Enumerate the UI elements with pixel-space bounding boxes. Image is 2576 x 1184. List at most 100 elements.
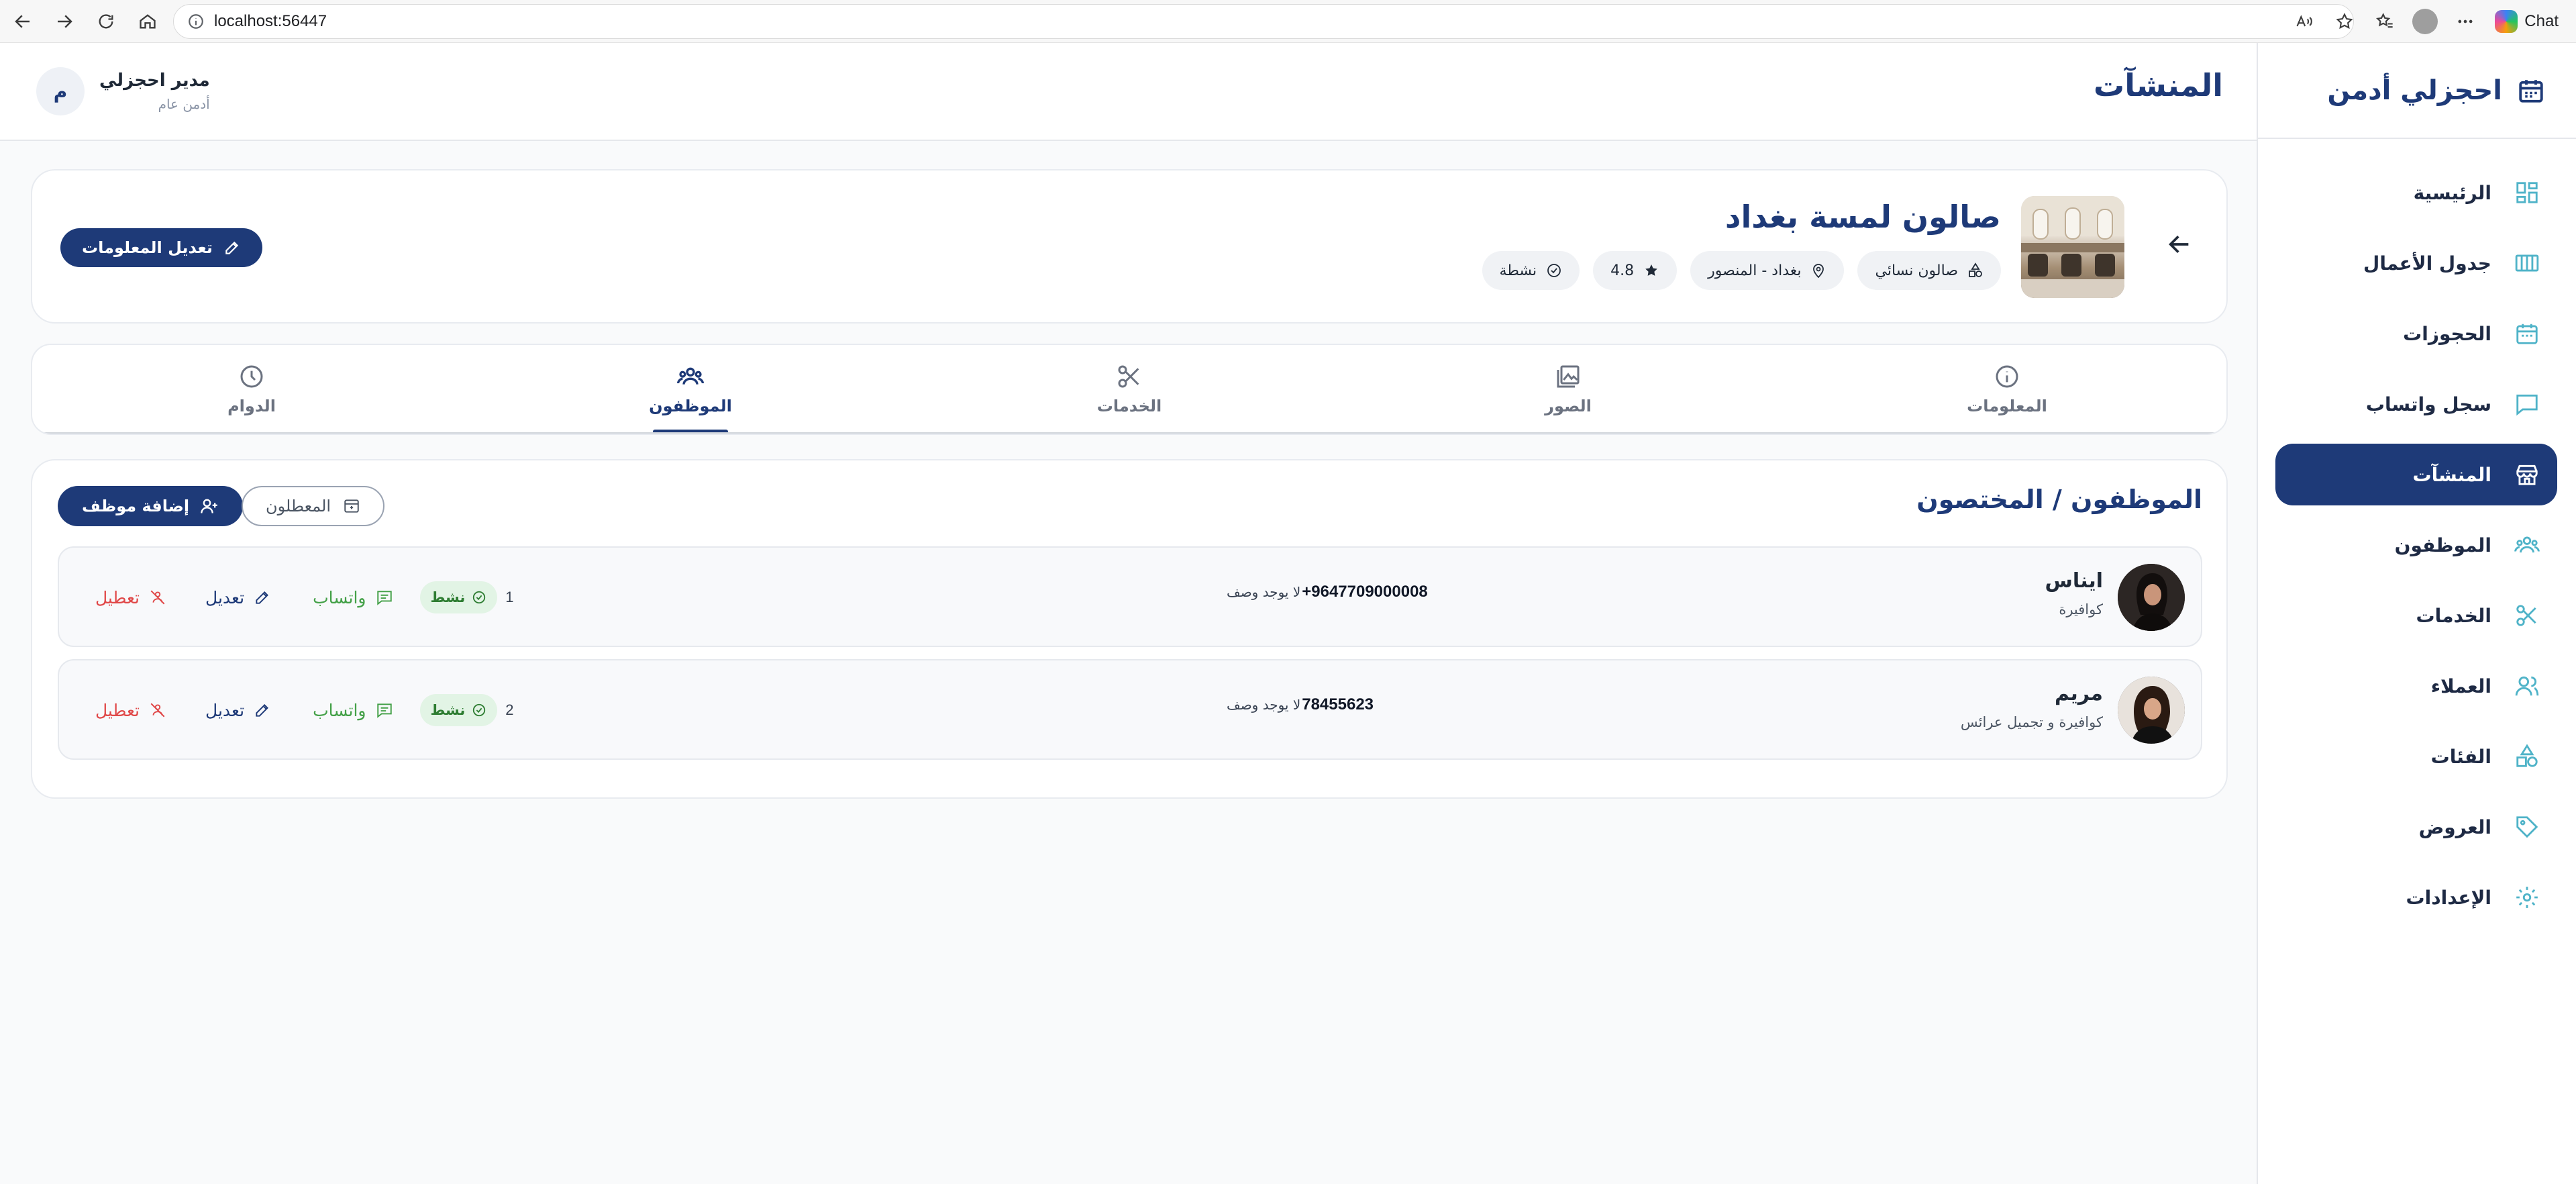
chat-label: Chat <box>2524 12 2559 30</box>
edit-staff-button[interactable]: تعديل <box>205 701 271 720</box>
facility-tabs-card: المعلومات الصور الخدمات الموظفون الدوام <box>31 344 2228 435</box>
disable-label: تعطيل <box>95 587 140 607</box>
user-info: مدير احجزلي أدمن عام <box>99 70 210 112</box>
sidebar-brand: احجزلي أدمن <box>2258 43 2576 139</box>
browser-actions: Chat <box>2284 0 2576 43</box>
whatsapp-label: واتساب <box>313 700 366 720</box>
facility-tabs: المعلومات الصور الخدمات الموظفون الدوام <box>32 345 2226 434</box>
disable-staff-button[interactable]: تعطيل <box>95 701 166 720</box>
address-bar[interactable]: localhost:56447 <box>173 4 2354 39</box>
app-root: احجزلي أدمن الرئيسية جدول الأعمال الحجوز… <box>0 43 2576 1184</box>
tab-images[interactable]: الصور <box>1349 345 1788 434</box>
sidebar-item-categories[interactable]: الفئات <box>2275 726 2557 787</box>
read-aloud-button[interactable] <box>2284 1 2324 42</box>
chat-icon <box>2514 391 2540 417</box>
staff-role: كوافيرة و تجميل عرائس <box>1960 714 2103 730</box>
tab-label: الدوام <box>227 397 276 415</box>
facility-rating: 4.8 <box>1610 262 1635 279</box>
sidebar-item-label: الفئات <box>2430 745 2491 768</box>
sidebar-item-label: العملاء <box>2430 675 2491 697</box>
categories-icon <box>1969 262 1982 277</box>
home-icon <box>140 13 156 28</box>
favorites-list-button[interactable] <box>2365 1 2405 42</box>
status-label: نشط <box>430 589 466 605</box>
facility-rating-chip: 4.8 <box>1593 251 1678 290</box>
sidebar-item-schedule[interactable]: جدول الأعمال <box>2275 232 2557 294</box>
browser-reload-button[interactable] <box>87 3 125 40</box>
browser-back-button[interactable] <box>4 3 42 40</box>
user-role: أدمن عام <box>158 96 210 112</box>
staff-row: مريم كوافيرة و تجميل عرائس 78455623 لا ي… <box>58 659 2202 760</box>
sidebar-item-whatsapp-log[interactable]: سجل واتساب <box>2275 373 2557 435</box>
sidebar-item-settings[interactable]: الإعدادات <box>2275 867 2557 928</box>
facility-status-chip: نشطة <box>1482 251 1580 290</box>
tab-info[interactable]: المعلومات <box>1788 345 2226 434</box>
facility-status: نشطة <box>1499 262 1537 279</box>
add-staff-button[interactable]: إضافة موظف <box>58 486 244 526</box>
staff-name: مريم <box>2054 682 2103 705</box>
edit-label: تعديل <box>205 700 245 720</box>
facility-type-chip: صالون نسائي <box>1857 251 2001 290</box>
copilot-chat-button[interactable]: Chat <box>2485 10 2576 33</box>
edit-label: تعديل <box>205 587 245 607</box>
sidebar-item-bookings[interactable]: الحجوزات <box>2275 303 2557 364</box>
browser-home-button[interactable] <box>129 3 166 40</box>
sidebar-item-facilities[interactable]: المنشآت <box>2275 444 2557 505</box>
tab-label: المعلومات <box>1967 397 2047 415</box>
site-info-icon[interactable] <box>187 13 205 30</box>
disable-user-icon <box>150 590 165 605</box>
schedule-icon <box>2514 250 2540 276</box>
facility-location-chip: بغداد - المنصور <box>1690 251 1845 290</box>
tabs-divider <box>32 432 2226 434</box>
staff-row: ايناس كوافيرة +9647709000008 لا يوجد وصف… <box>58 546 2202 647</box>
disable-user-icon <box>150 703 165 718</box>
back-button[interactable] <box>2166 231 2193 258</box>
staff-section: الموظفون / المختصون إضافة موظف المعطلون … <box>31 459 2228 799</box>
facility-thumbnail <box>2021 196 2124 298</box>
pencil-icon <box>256 704 269 717</box>
tab-label: الموظفون <box>649 397 732 415</box>
staff-icon <box>2514 532 2540 558</box>
scissors-icon <box>2514 603 2540 628</box>
sidebar-nav: الرئيسية جدول الأعمال الحجوزات سجل واتسا… <box>2258 139 2576 928</box>
profile-button[interactable] <box>2405 1 2445 42</box>
sidebar-item-label: جدول الأعمال <box>2363 252 2491 275</box>
disable-label: تعطيل <box>95 700 140 720</box>
staff-name: ايناس <box>2045 569 2103 593</box>
staff-avatar <box>2118 677 2185 744</box>
browser-forward-button[interactable] <box>46 3 83 40</box>
sidebar-item-customers[interactable]: العملاء <box>2275 655 2557 717</box>
status-label: نشط <box>430 702 466 718</box>
tab-services[interactable]: الخدمات <box>910 345 1349 434</box>
user-name: مدير احجزلي <box>99 70 210 91</box>
tab-staff[interactable]: الموظفون <box>471 345 910 434</box>
disabled-staff-label: المعطلون <box>266 497 331 515</box>
facility-summary-card: صالون لمسة بغداد صالون نسائي بغداد - الم… <box>31 169 2228 324</box>
arrow-right-icon <box>2169 236 2189 253</box>
dashboard-icon <box>2514 180 2540 205</box>
sidebar-item-staff[interactable]: الموظفون <box>2275 514 2557 576</box>
disabled-staff-button[interactable]: المعطلون <box>242 486 385 526</box>
sidebar-item-services[interactable]: الخدمات <box>2275 585 2557 646</box>
more-menu-button[interactable] <box>2445 1 2485 42</box>
edit-info-label: تعديل المعلومات <box>82 238 213 257</box>
user-avatar[interactable]: م <box>36 67 85 115</box>
whatsapp-button[interactable]: واتساب <box>313 701 393 720</box>
tab-hours[interactable]: الدوام <box>32 345 471 434</box>
edit-staff-button[interactable]: تعديل <box>205 588 271 607</box>
whatsapp-button[interactable]: واتساب <box>313 588 393 607</box>
archive-icon <box>344 499 359 513</box>
url-text[interactable]: localhost:56447 <box>214 12 327 31</box>
top-header: المنشآت م مدير احجزلي أدمن عام <box>0 43 2257 141</box>
edit-info-button[interactable]: تعديل المعلومات <box>60 228 262 267</box>
check-circle-icon <box>473 703 486 717</box>
star-outline-icon <box>2336 13 2353 30</box>
sidebar-item-offers[interactable]: العروض <box>2275 796 2557 858</box>
sidebar-item-dashboard[interactable]: الرئيسية <box>2275 162 2557 224</box>
favorite-button[interactable] <box>2324 1 2365 42</box>
sidebar: احجزلي أدمن الرئيسية جدول الأعمال الحجوز… <box>2257 43 2576 1184</box>
sidebar-item-label: الحجوزات <box>2403 322 2491 345</box>
disable-staff-button[interactable]: تعطيل <box>95 588 166 607</box>
staff-phone: +9647709000008 <box>1302 583 1428 601</box>
user-menu[interactable]: م مدير احجزلي أدمن عام <box>36 67 210 115</box>
